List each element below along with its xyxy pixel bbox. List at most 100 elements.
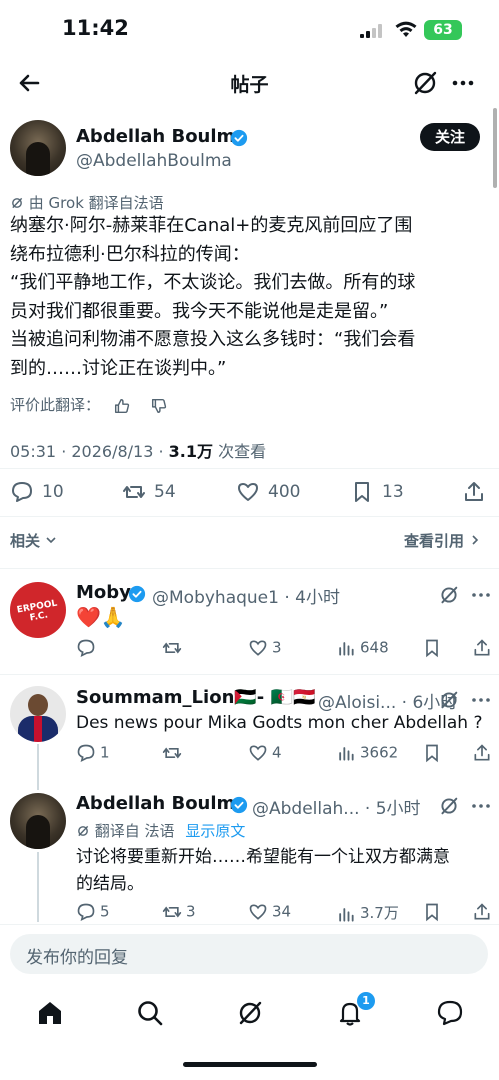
- reply-author-name[interactable]: Soummam_Lion🇵🇸- 🇩🇿🇪🇬: [76, 687, 315, 708]
- share-button[interactable]: [472, 743, 496, 763]
- home-icon[interactable]: [35, 998, 65, 1028]
- analytics-icon: [339, 747, 354, 761]
- thumbs-up-icon[interactable]: [113, 397, 131, 415]
- more-options-icon[interactable]: [448, 68, 478, 98]
- repost-button[interactable]: 3: [162, 902, 196, 922]
- reply-actions: 3 648: [76, 638, 496, 664]
- author-handle[interactable]: @AbdellahBoulma: [76, 151, 232, 171]
- post-text: 纳塞尔·阿尔-赫莱菲在Canal+的麦克风前回应了围 绕布拉德利·巴尔科拉的传闻…: [10, 212, 490, 383]
- bookmark-button[interactable]: [422, 638, 446, 658]
- more-options-icon[interactable]: [470, 689, 492, 711]
- heart-icon: [249, 904, 267, 920]
- bookmark-button[interactable]: 13: [350, 480, 404, 504]
- messages-icon[interactable]: [435, 998, 465, 1028]
- grok-icon[interactable]: [438, 689, 460, 711]
- grok-small-icon: [12, 197, 23, 209]
- chevron-right-icon: [472, 535, 479, 545]
- repost-button[interactable]: 54: [122, 480, 176, 504]
- views-count: 648: [360, 638, 389, 657]
- reply-avatar[interactable]: [10, 793, 66, 849]
- grok-icon[interactable]: [410, 68, 440, 98]
- more-options-icon[interactable]: [470, 795, 492, 817]
- bookmark-button[interactable]: [422, 902, 446, 922]
- like-button[interactable]: 3: [248, 638, 282, 658]
- follow-button[interactable]: 关注: [420, 123, 480, 151]
- status-bar: 11:42 63: [0, 0, 499, 58]
- bookmark-button[interactable]: [422, 743, 446, 763]
- bottom-nav: [0, 990, 499, 1040]
- analytics-icon: [339, 907, 354, 922]
- grok-icon[interactable]: [235, 998, 265, 1028]
- reply-translation-note: 翻译自 法语 显示原文: [76, 820, 245, 841]
- views-button[interactable]: 3662: [336, 743, 398, 763]
- like-count: 4: [272, 743, 282, 762]
- share-icon: [474, 639, 490, 656]
- chevron-down-icon: [46, 537, 56, 544]
- post-text-line: 当被追问利物浦不愿意投入这么多钱时：“我们会看: [10, 329, 416, 350]
- like-button[interactable]: 34: [248, 902, 291, 922]
- related-label: 相关: [10, 532, 41, 550]
- search-icon[interactable]: [135, 998, 165, 1028]
- share-button[interactable]: [472, 638, 496, 658]
- verified-badge-icon: [230, 129, 248, 147]
- reply-input-placeholder: 发布你的回复: [26, 948, 128, 968]
- grok-icon[interactable]: [438, 795, 460, 817]
- divider: [0, 924, 499, 925]
- reply-button[interactable]: 10: [10, 480, 64, 504]
- post-text-line: 到的……讨论正在谈判中。”: [10, 357, 227, 379]
- reply-author-name[interactable]: Moby: [76, 582, 131, 603]
- reply-author-handle[interactable]: @Abdellah... · 5小时: [252, 794, 421, 819]
- share-icon: [465, 482, 483, 501]
- translation-note: 由 Grok 翻译自法语: [10, 192, 164, 213]
- reply-icon: [12, 482, 32, 502]
- like-count: 400: [268, 482, 301, 502]
- like-button[interactable]: 4: [248, 743, 282, 763]
- reply-button[interactable]: 5: [76, 902, 110, 922]
- grok-icon[interactable]: [438, 584, 460, 606]
- author-avatar[interactable]: [10, 120, 66, 176]
- post-text-line: 绕布拉德利·巴尔科拉的传闻：: [10, 243, 250, 265]
- share-button[interactable]: [472, 902, 496, 922]
- views-button[interactable]: 3.7万: [336, 902, 399, 924]
- share-button[interactable]: [462, 480, 494, 504]
- bookmark-icon: [426, 903, 438, 922]
- reply-author-handle[interactable]: @Mobyhaque1 · 4小时: [152, 583, 340, 608]
- scrollbar[interactable]: [493, 108, 497, 188]
- divider: [0, 516, 499, 517]
- reply-button[interactable]: 1: [76, 743, 110, 763]
- reply-author-name[interactable]: Abdellah Boulma: [76, 793, 247, 814]
- reply-actions: 1 4 3662: [76, 743, 496, 769]
- post-text-line: 员对我们都很重要。我今天不能说他是走是留。”: [10, 300, 389, 322]
- repost-icon: [162, 906, 182, 918]
- reply-icon: [77, 744, 95, 763]
- share-icon: [474, 744, 490, 761]
- related-dropdown[interactable]: 相关: [10, 530, 57, 551]
- reply-input[interactable]: 发布你的回复: [10, 934, 488, 974]
- views-button[interactable]: 648: [336, 638, 389, 658]
- reply-icon: [77, 903, 95, 922]
- more-options-icon[interactable]: [470, 584, 492, 606]
- thumbs-down-icon[interactable]: [150, 397, 168, 415]
- reply-avatar[interactable]: ERPOOL F.C.: [10, 582, 66, 638]
- post-meta: 05:31 · 2026/8/13 · 3.1万 次查看: [10, 438, 266, 462]
- repost-button[interactable]: [162, 743, 186, 763]
- like-count: 34: [272, 902, 292, 921]
- reply-text: 讨论将要重新开始……希望能有一个让双方都满意 的结局。: [76, 844, 450, 898]
- repost-icon: [162, 747, 182, 759]
- view-quotes-link[interactable]: 查看引用: [404, 530, 481, 551]
- author-name[interactable]: Abdellah Boulma: [76, 126, 247, 147]
- reply-text: Des news pour Mika Godts mon cher Abdell…: [76, 713, 483, 733]
- reply-avatar[interactable]: [10, 686, 66, 742]
- heart-icon: [238, 483, 258, 501]
- share-icon: [474, 903, 490, 920]
- show-original-link[interactable]: 显示原文: [185, 822, 245, 840]
- reply-button[interactable]: [76, 638, 100, 658]
- divider: [0, 468, 499, 469]
- heart-icon: [249, 745, 267, 761]
- repost-button[interactable]: [162, 638, 186, 658]
- like-button[interactable]: 400: [236, 480, 300, 504]
- reply-text-line: 讨论将要重新开始……希望能有一个让双方都满意: [76, 847, 450, 867]
- post-time: 05:31 · 2026/8/13 ·: [10, 442, 169, 461]
- reply-text: ❤️🙏: [76, 605, 126, 629]
- divider: [0, 568, 499, 569]
